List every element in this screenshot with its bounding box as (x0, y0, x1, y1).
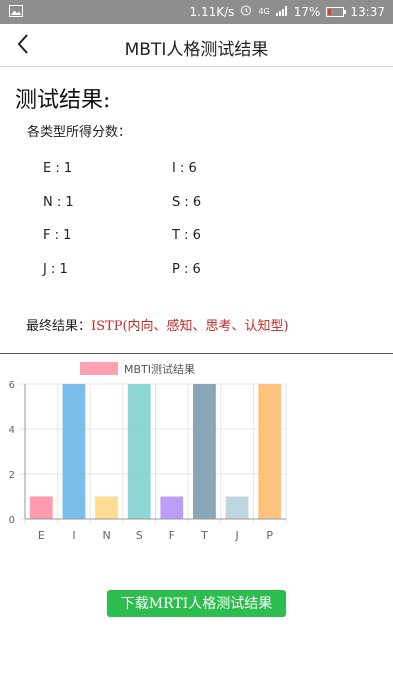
x-tick-label-f: F (169, 529, 175, 542)
page-title: MBTI人格测试结果 (124, 40, 269, 60)
bar-i (62, 384, 86, 519)
final-result-value: ISTP(内向、感知、思考、认知型) (91, 319, 289, 334)
download-results-button[interactable]: 下载MRTI人格测试结果 (107, 590, 286, 617)
bar-p (258, 384, 282, 519)
navigation-bar: MBTI人格测试结果 (0, 24, 393, 67)
score-s: S : 6 (172, 195, 202, 210)
bar-e (29, 496, 53, 519)
score-j: J : 1 (43, 262, 68, 277)
scores-label: 各类型所得分数： (27, 125, 132, 140)
y-tick-label-1: 2 (9, 470, 15, 481)
bar-j (225, 496, 249, 519)
image-notification-icon (9, 5, 23, 20)
signal-icon (275, 5, 288, 19)
status-bar: 1.11K/s 4G 17% 13:37 (0, 0, 393, 24)
score-p: P : 6 (172, 262, 201, 277)
score-i: I : 6 (172, 161, 197, 176)
legend-swatch (80, 362, 118, 375)
result-heading: 测试结果: (15, 88, 111, 113)
x-tick-label-i: I (72, 529, 75, 542)
score-n: N : 1 (43, 195, 74, 210)
y-tick-label-0: 0 (9, 515, 15, 526)
legend-label: MBTI测试结果 (124, 363, 195, 376)
y-tick-label-2: 4 (9, 425, 15, 436)
bar-f (160, 496, 184, 519)
bar-s (127, 384, 151, 519)
network-speed: 1.11K/s (189, 4, 235, 19)
bar-n (95, 496, 118, 519)
y-tick-label-3: 6 (9, 380, 15, 391)
score-f: F : 1 (43, 228, 72, 243)
final-result-label: 最终结果： (26, 319, 92, 334)
battery-percent: 17% (293, 4, 321, 19)
final-result: 最终结果：ISTP(内向、感知、思考、认知型) (26, 315, 289, 334)
network-type: 4G (258, 7, 270, 16)
section-divider (0, 353, 393, 354)
alarm-icon (240, 4, 252, 19)
x-tick-label-n: N (102, 529, 110, 542)
x-tick-label-s: S (136, 529, 143, 542)
battery-icon (326, 6, 347, 17)
battery-level-fill (328, 8, 331, 15)
x-tick-label-p: P (266, 529, 273, 542)
score-e: E : 1 (43, 161, 73, 176)
x-tick-label-e: E (38, 529, 45, 542)
bar-t (193, 384, 216, 519)
x-tick-label-t: T (200, 529, 208, 542)
x-tick-label-j: J (234, 529, 238, 542)
score-t: T : 6 (172, 228, 201, 243)
mbti-bar-chart: MBTI测试结果 0 2 4 6 E I N S F T J P (9, 362, 287, 542)
clock: 13:37 (350, 4, 385, 19)
